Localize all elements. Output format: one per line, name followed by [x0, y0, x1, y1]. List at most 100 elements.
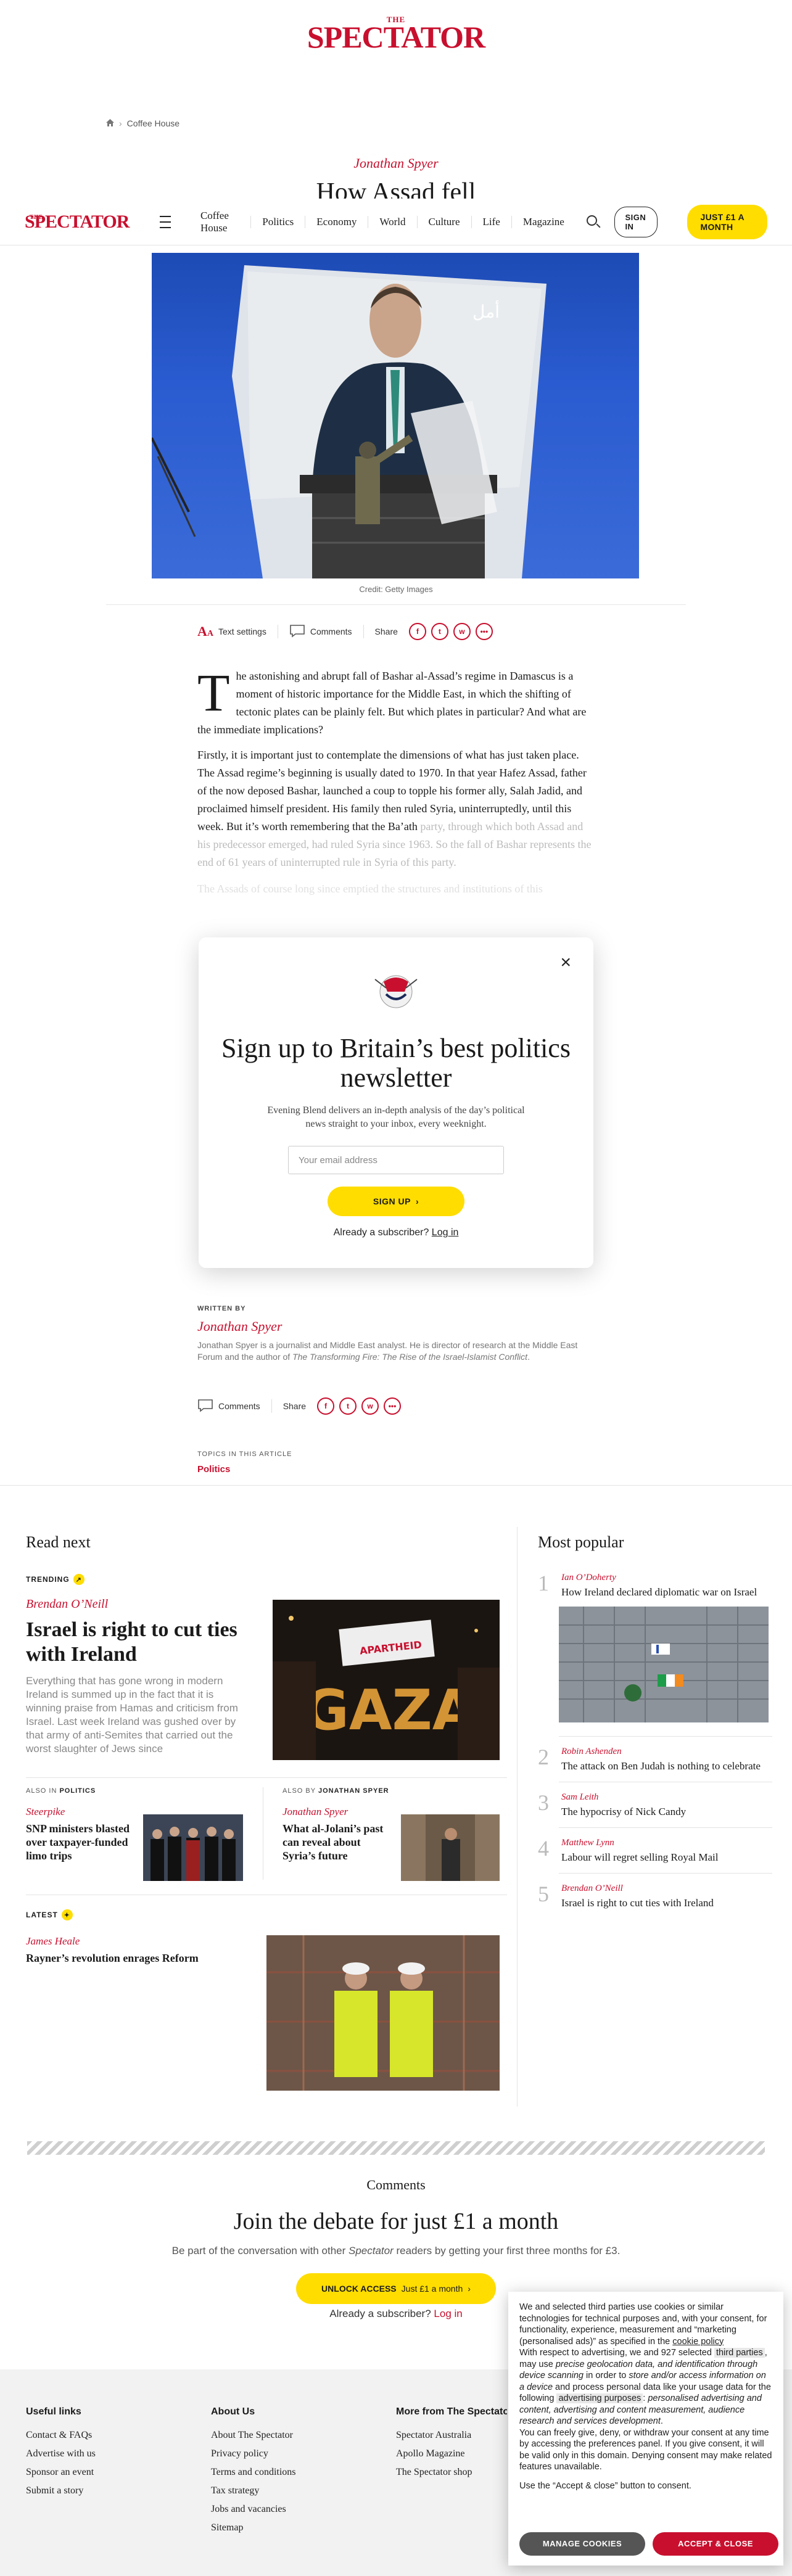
cookie-consent-banner: We and selected third parties use cookie… — [508, 2292, 783, 2566]
twitter-icon[interactable]: t — [339, 1397, 357, 1415]
cookie-p2f: . — [660, 2416, 663, 2426]
also-in-image[interactable] — [143, 1814, 243, 1881]
nav-link-economy[interactable]: Economy — [305, 215, 368, 228]
mp-author[interactable]: Ian O’Doherty — [561, 1573, 757, 1583]
mp-author[interactable]: Brendan O’Neill — [561, 1883, 714, 1894]
most-popular-list: 1 Ian O’Doherty How Ireland declared dip… — [538, 1572, 772, 1910]
comments-button[interactable]: Comments — [197, 1399, 260, 1414]
brand-logo[interactable]: THE SPECTATOR — [0, 15, 792, 52]
nav-link-culture[interactable]: Culture — [416, 215, 471, 228]
mp-author[interactable]: Robin Ashenden — [561, 1747, 761, 1757]
cookie-policy-link[interactable]: cookie policy — [672, 2337, 724, 2347]
mp-title[interactable]: Israel is right to cut ties with Ireland — [561, 1896, 714, 1910]
comments-login-link[interactable]: Log in — [434, 2308, 462, 2319]
nav-link-life[interactable]: Life — [471, 215, 511, 228]
footer-link[interactable]: Apollo Magazine — [396, 2445, 507, 2463]
facebook-icon[interactable]: f — [317, 1397, 335, 1415]
manage-cookies-button[interactable]: MANAGE COOKIES — [519, 2532, 645, 2556]
also-in-label: ALSO IN POLITICS — [26, 1787, 254, 1795]
email-input[interactable]: Your email address — [288, 1146, 504, 1174]
latest-headline[interactable]: Rayner’s revolution enrages Reform — [26, 1951, 248, 1965]
mp-title[interactable]: How Ireland declared diplomatic war on I… — [561, 1586, 757, 1599]
unlock-access-button[interactable]: UNLOCK ACCESS Just £1 a month › — [296, 2273, 496, 2304]
topic-politics[interactable]: Politics — [197, 1464, 292, 1475]
nav-link-magazine[interactable]: Magazine — [511, 215, 575, 228]
also-by-headline[interactable]: What al-Jolani’s past can reveal about S… — [283, 1822, 392, 1862]
subscribe-button[interactable]: JUST £1 A MONTH — [687, 204, 768, 239]
footer-link[interactable]: Privacy policy — [211, 2445, 296, 2463]
trending-author[interactable]: Brendan O’Neill — [26, 1597, 248, 1611]
twitter-icon[interactable]: t — [431, 623, 448, 640]
accept-close-button[interactable]: ACCEPT & CLOSE — [653, 2532, 778, 2556]
cookie-text-3: You can freely give, deny, or withdraw y… — [519, 2427, 772, 2472]
bio-text-end: . — [527, 1352, 530, 1362]
cookie-buttons: MANAGE COOKIES ACCEPT & CLOSE — [519, 2532, 778, 2556]
footer-link[interactable]: Jobs and vacancies — [211, 2500, 296, 2519]
already-label: Already a subscriber? — [333, 1227, 429, 1238]
most-popular-item[interactable]: 2 Robin Ashenden The attack on Ben Judah… — [538, 1746, 772, 1773]
trending-image[interactable]: APARTHEID GAZA — [273, 1600, 500, 1760]
cookie-p1: We and selected third parties use cookie… — [519, 2302, 767, 2347]
footer-link[interactable]: Sitemap — [211, 2519, 296, 2537]
most-popular-item[interactable]: 5 Brendan O’Neill Israel is right to cut… — [538, 1883, 772, 1910]
footer-link[interactable]: Tax strategy — [211, 2482, 296, 2500]
newsletter-logo-icon — [368, 967, 424, 1019]
footer-link[interactable]: About The Spectator — [211, 2426, 296, 2445]
latest-image[interactable] — [266, 1935, 500, 2091]
most-popular-image[interactable] — [559, 1607, 769, 1722]
footer-link[interactable]: Sponsor an event — [26, 2463, 96, 2482]
also-by-image[interactable] — [401, 1814, 500, 1881]
latest-article[interactable]: James Heale Rayner’s revolution enrages … — [26, 1935, 248, 1965]
comments-button[interactable]: Comments — [289, 624, 352, 640]
signup-button[interactable]: SIGN UP › — [328, 1187, 464, 1216]
also-by-name[interactable]: JONATHAN SPYER — [318, 1787, 389, 1795]
most-popular-item[interactable]: 3 Sam Leith The hypocrisy of Nick Candy — [538, 1792, 772, 1819]
chevron-right-icon: › — [119, 118, 122, 128]
latest-author[interactable]: James Heale — [26, 1935, 248, 1948]
footer-link[interactable]: Contact & FAQs — [26, 2426, 96, 2445]
footer-link[interactable]: Spectator Australia — [396, 2426, 507, 2445]
menu-icon[interactable] — [160, 215, 171, 228]
also-in-topic[interactable]: POLITICS — [59, 1787, 96, 1795]
sign-in-button[interactable]: SIGN IN — [614, 206, 658, 237]
article-author[interactable]: Jonathan Spyer — [0, 155, 792, 171]
mp-title[interactable]: The attack on Ben Judah is nothing to ce… — [561, 1759, 761, 1773]
footer-link[interactable]: Terms and conditions — [211, 2463, 296, 2482]
search-icon[interactable] — [585, 214, 601, 230]
nav-link-politics[interactable]: Politics — [250, 215, 305, 228]
trending-article[interactable]: Brendan O’Neill Israel is right to cut t… — [26, 1597, 248, 1756]
text-settings-button[interactable]: AA Text settings — [197, 623, 266, 640]
nav-link-world[interactable]: World — [368, 215, 416, 228]
more-share-icon[interactable]: ••• — [475, 623, 493, 640]
most-popular-item[interactable]: 4 Matthew Lynn Labour will regret sellin… — [538, 1836, 772, 1864]
rank-number: 4 — [538, 1836, 549, 1861]
whatsapp-icon[interactable]: w — [361, 1397, 379, 1415]
mp-title[interactable]: The hypocrisy of Nick Candy — [561, 1805, 686, 1819]
bio-author[interactable]: Jonathan Spyer — [197, 1319, 592, 1335]
most-popular-item[interactable]: 1 Ian O’Doherty How Ireland declared dip… — [538, 1572, 772, 1599]
footer-link[interactable]: Advertise with us — [26, 2445, 96, 2463]
breadcrumb-section[interactable]: Coffee House — [127, 118, 179, 128]
nav-link-coffee-house[interactable]: Coffee House — [189, 210, 250, 234]
third-parties-link[interactable]: third parties — [714, 2348, 765, 2358]
home-icon[interactable] — [106, 118, 114, 128]
mp-author[interactable]: Matthew Lynn — [561, 1838, 718, 1848]
read-next-title: Read next — [26, 1533, 91, 1551]
facebook-icon[interactable]: f — [408, 623, 426, 640]
mp-author[interactable]: Sam Leith — [561, 1792, 686, 1803]
close-icon[interactable]: × — [560, 953, 571, 972]
footer-link[interactable]: Submit a story — [26, 2482, 96, 2500]
trending-tag: TRENDING ↗ — [26, 1574, 85, 1585]
mp-title[interactable]: Labour will regret selling Royal Mail — [561, 1851, 718, 1864]
footer-link[interactable]: The Spectator shop — [396, 2463, 507, 2482]
login-link[interactable]: Log in — [432, 1227, 459, 1238]
advertising-purposes-link[interactable]: advertising purposes — [556, 2393, 643, 2403]
newsletter-modal: × Sign up to Britain’s best politics new… — [199, 937, 593, 1268]
trending-headline[interactable]: Israel is right to cut ties with Ireland — [26, 1618, 248, 1667]
written-by-label: WRITTEN BY — [197, 1305, 246, 1312]
more-share-icon[interactable]: ••• — [384, 1397, 402, 1415]
comments-sub-a: Be part of the conversation with other — [171, 2245, 349, 2257]
whatsapp-icon[interactable]: w — [453, 623, 471, 640]
also-in-headline[interactable]: SNP ministers blasted over taxpayer-fund… — [26, 1822, 136, 1862]
nav-logo[interactable]: THE SPECTATOR — [25, 212, 130, 231]
